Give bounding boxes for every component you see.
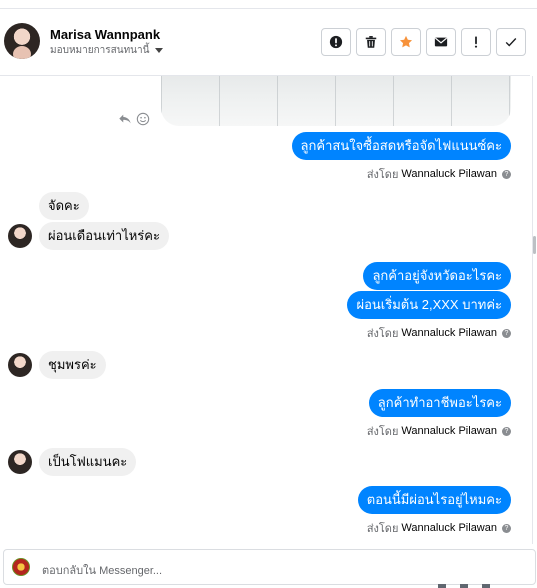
contact-avatar-small xyxy=(8,353,32,377)
sent-by-label: ส่งโดย Wannaluck Pilawan ? xyxy=(367,422,511,440)
top-edge xyxy=(0,0,537,9)
incoming-message[interactable]: ผ่อนเดือนเท่าไหร่คะ xyxy=(39,222,169,250)
spam-button[interactable] xyxy=(321,28,351,56)
page-logo xyxy=(12,558,30,576)
conversation-header: Marisa Wannpank มอบหมายการสนทนานี้ xyxy=(0,9,530,76)
scrollbar-track[interactable] xyxy=(532,76,537,544)
outgoing-message[interactable]: ลูกค้าสนใจซื้อสดหรือจัดไฟแนนซ์คะ xyxy=(291,132,511,160)
message-actions xyxy=(118,112,150,126)
contact-name[interactable]: Marisa Wannpank xyxy=(50,27,160,42)
outgoing-message[interactable]: ผ่อนเริ่มต้น 2,XXX บาทค่ะ xyxy=(347,291,511,319)
help-icon[interactable]: ? xyxy=(502,426,511,436)
agent-name: Wannaluck Pilawan xyxy=(401,425,497,437)
outgoing-message[interactable]: ตอนนี้มีผ่อนไรอยู่ไหมคะ xyxy=(357,486,511,514)
done-button[interactable] xyxy=(496,28,526,56)
contact-avatar-small xyxy=(8,224,32,248)
outgoing-message[interactable]: ลูกค้าทำอาชีพอะไรคะ xyxy=(368,389,511,417)
follow-up-button[interactable] xyxy=(461,28,491,56)
help-icon[interactable]: ? xyxy=(502,328,511,338)
star-icon xyxy=(399,35,413,48)
sent-by-label: ส่งโดย Wannaluck Pilawan ? xyxy=(367,519,511,537)
emoji-icon[interactable] xyxy=(136,112,150,126)
agent-name: Wannaluck Pilawan xyxy=(401,168,497,180)
reply-input[interactable]: ตอบกลับใน Messenger... xyxy=(42,561,162,579)
caret-down-icon xyxy=(155,48,164,53)
contact-avatar[interactable] xyxy=(4,23,40,59)
composer-tools-peek xyxy=(438,584,528,588)
incoming-message[interactable]: จัดคะ xyxy=(39,192,89,220)
message-thread[interactable]: ลูกค้าสนใจซื้อสดหรือจัดไฟแนนซ์คะ ส่งโดย … xyxy=(0,76,530,544)
mark-unread-button[interactable] xyxy=(426,28,456,56)
reply-box[interactable]: ตอบกลับใน Messenger... xyxy=(3,549,536,585)
alert-circle-icon xyxy=(329,35,343,49)
incoming-message[interactable]: เป็นโฟแมนคะ xyxy=(39,448,137,476)
attached-photo[interactable] xyxy=(161,76,511,126)
contact-avatar-small xyxy=(8,450,32,474)
check-icon xyxy=(505,38,517,47)
help-icon[interactable]: ? xyxy=(502,523,511,533)
agent-name: Wannaluck Pilawan xyxy=(401,522,497,534)
conversation-toolbar xyxy=(321,28,526,56)
outgoing-message[interactable]: ลูกค้าอยู่จังหวัดอะไรคะ xyxy=(363,262,511,290)
agent-name: Wannaluck Pilawan xyxy=(401,327,497,339)
trash-icon xyxy=(365,36,377,48)
help-icon[interactable]: ? xyxy=(502,169,511,179)
sent-by-label: ส่งโดย Wannaluck Pilawan ? xyxy=(367,165,511,183)
reply-arrow-icon[interactable] xyxy=(118,112,132,126)
star-button[interactable] xyxy=(391,28,421,56)
envelope-icon xyxy=(434,37,448,47)
incoming-message[interactable]: ชุมพรค่ะ xyxy=(39,351,106,379)
assign-conversation-dropdown[interactable]: มอบหมายการสนทนานี้ xyxy=(50,43,164,58)
sent-by-label: ส่งโดย Wannaluck Pilawan ? xyxy=(367,324,511,342)
assign-label: มอบหมายการสนทนานี้ xyxy=(50,45,150,56)
scrollbar-thumb[interactable] xyxy=(533,236,536,254)
delete-button[interactable] xyxy=(356,28,386,56)
exclamation-icon xyxy=(474,36,478,48)
